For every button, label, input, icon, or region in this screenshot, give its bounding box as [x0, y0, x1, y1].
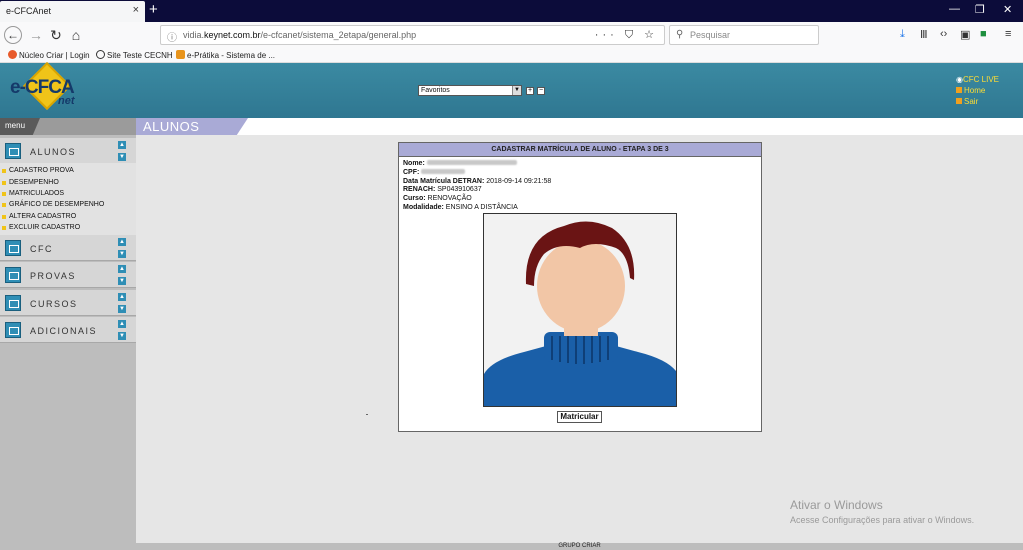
tab-title: e-CFCAnet	[6, 6, 52, 16]
devtools-icon[interactable]: ‹›	[940, 28, 947, 40]
new-tab-button[interactable]: +	[149, 1, 158, 19]
sidebar-icon[interactable]: ▣	[960, 28, 970, 41]
minimize-icon[interactable]: —	[949, 3, 960, 15]
field-cpf: CPF:	[403, 169, 466, 176]
link-cfc-live[interactable]: ◉CFC LIVE	[956, 75, 999, 86]
menu-section-provas[interactable]: PROVAS ▲ ▼	[0, 262, 136, 288]
student-photo-placeholder	[483, 213, 677, 407]
field-curso: Curso: RENOVAÇÃO	[403, 195, 472, 202]
bookmarks-bar: Núcleo Criar | Login Site Teste CECNH e-…	[0, 48, 1023, 63]
back-arrow-icon[interactable]: ←	[4, 26, 22, 44]
favorites-select[interactable]: Favoritos ▼	[418, 85, 522, 96]
search-icon: ⚲	[676, 29, 684, 40]
menu-section-cursos[interactable]: CURSOS ▲ ▼	[0, 290, 136, 316]
redacted-cpf	[421, 169, 466, 174]
menu-title: menu	[0, 118, 40, 135]
reload-icon[interactable]: ↻	[46, 25, 66, 45]
bookmark-site-teste[interactable]: Site Teste CECNH	[96, 50, 173, 60]
matricular-button[interactable]: Matricular	[557, 411, 602, 423]
bookmark-icon	[176, 50, 185, 59]
section-title: ALUNOS	[136, 118, 248, 135]
download-icon[interactable]: ⤓	[900, 28, 905, 41]
expand-up-icon[interactable]: ▲	[118, 293, 126, 301]
section-bar: ALUNOS	[136, 118, 1023, 135]
avatar-icon	[484, 214, 676, 406]
eye-icon: ◉	[956, 75, 963, 84]
expand-up-icon[interactable]: ▲	[118, 320, 126, 328]
menu-icon[interactable]: ≡	[1005, 28, 1011, 40]
expand-up-icon[interactable]: ▲	[118, 238, 126, 246]
footer: GRUPO CRIAR	[136, 543, 1023, 550]
menu-section-cfc[interactable]: CFC ▲ ▼	[0, 235, 136, 261]
menu-header: menu	[0, 118, 136, 135]
redacted-name	[426, 160, 517, 165]
bookmark-nucleo-criar[interactable]: Núcleo Criar | Login	[8, 50, 90, 60]
info-icon[interactable]: ⓘ	[167, 29, 177, 44]
expand-down-icon[interactable]: ▼	[118, 153, 126, 161]
windows-activation-watermark: Ativar o Windows Acesse Configurações pa…	[790, 498, 975, 525]
field-nome: Nome:	[403, 160, 517, 167]
close-window-icon[interactable]: ✕	[1003, 3, 1012, 16]
submenu-grafico-desempenho[interactable]: GRÁFICO DE DESEMPENHO	[1, 201, 104, 208]
logo[interactable]: e-CFCA net	[8, 61, 88, 115]
submenu-desempenho[interactable]: DESEMPENHO	[2, 179, 59, 186]
submenu-cadastro-prova[interactable]: CADASTRO PROVA	[2, 167, 74, 174]
arrow-icon	[956, 98, 962, 104]
expand-up-icon[interactable]: ▲	[118, 265, 126, 273]
bookmark-e-pratika[interactable]: e-Prátika - Sistema de ...	[176, 50, 275, 60]
excel-icon[interactable]: ■	[980, 28, 987, 40]
search-input[interactable]: ⚲ Pesquisar	[669, 25, 819, 45]
cfc-icon	[5, 240, 21, 256]
forward-arrow-icon[interactable]: →	[26, 25, 46, 45]
url-path: /e-cfcanet/sistema_2etapa/general.php	[260, 30, 417, 40]
add-favorite-button[interactable]: +	[526, 87, 534, 95]
cursos-icon	[5, 295, 21, 311]
page-actions-icon[interactable]: ··· ⛉ ☆	[595, 28, 658, 42]
chevron-down-icon: ▼	[512, 86, 521, 95]
search-placeholder: Pesquisar	[690, 30, 731, 40]
bookmark-icon	[8, 50, 17, 59]
expand-down-icon[interactable]: ▼	[118, 305, 126, 313]
browser-nav-bar: ← → ↻ ⌂ ⓘ vidia.keynet.com.br/e-cfcanet/…	[0, 22, 1023, 48]
alunos-submenu: CADASTRO PROVA DESEMPENHO MATRICULADOS G…	[0, 163, 136, 235]
alunos-icon	[5, 143, 21, 159]
field-data-matricula: Data Matrícula DETRAN: 2018-09-14 09:21:…	[403, 178, 552, 185]
url-bar[interactable]: ⓘ vidia.keynet.com.br/e-cfcanet/sistema_…	[160, 25, 665, 45]
link-home[interactable]: Home	[956, 86, 999, 97]
home-icon[interactable]: ⌂	[66, 25, 86, 45]
browser-tab-bar: e-CFCAnet × + — ❐ ✕	[0, 0, 1023, 22]
url-domain: keynet.com.br	[204, 30, 261, 40]
logo-subtext: net	[58, 95, 75, 107]
menu-section-adicionais[interactable]: ADICIONAIS ▲ ▼	[0, 317, 136, 343]
url-prefix: vidia.	[183, 30, 205, 40]
provas-icon	[5, 267, 21, 283]
remove-favorite-button[interactable]: −	[537, 87, 545, 95]
maximize-icon[interactable]: ❐	[975, 3, 985, 16]
submenu-excluir-cadastro[interactable]: EXCLUIR CADASTRO	[1, 224, 80, 231]
globe-icon	[96, 50, 105, 59]
expand-down-icon[interactable]: ▼	[118, 250, 126, 258]
tab-close-icon[interactable]: ×	[133, 4, 139, 16]
expand-up-icon[interactable]: ▲	[118, 141, 126, 149]
header-links: ◉CFC LIVE Home Sair	[956, 75, 999, 108]
expand-down-icon[interactable]: ▼	[118, 277, 126, 285]
field-renach: RENACH: SP043910637	[403, 186, 482, 193]
panel-title: CADASTRAR MATRÍCULA DE ALUNO - ETAPA 3 D…	[399, 143, 761, 157]
submenu-matriculados[interactable]: MATRICULADOS	[1, 190, 64, 197]
field-modalidade: Modalidade: ENSINO A DISTÂNCIA	[403, 204, 518, 211]
link-sair[interactable]: Sair	[956, 97, 999, 108]
adicionais-icon	[5, 322, 21, 338]
library-icon[interactable]: Ⅲ	[920, 28, 928, 41]
expand-down-icon[interactable]: ▼	[118, 332, 126, 340]
submenu-altera-cadastro[interactable]: ALTERA CADASTRO	[1, 213, 76, 220]
browser-tab[interactable]: e-CFCAnet ×	[0, 1, 145, 22]
arrow-icon	[956, 87, 962, 93]
menu-section-alunos[interactable]: ALUNOS ▲ ▼	[0, 138, 136, 164]
stray-dot	[366, 414, 368, 415]
